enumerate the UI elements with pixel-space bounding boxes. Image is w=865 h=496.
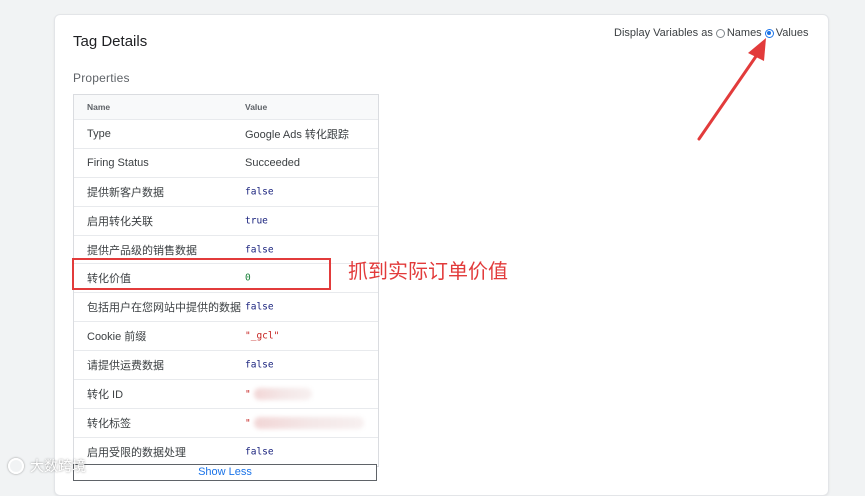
watermark-logo-icon [8, 458, 24, 474]
annotation-arrow-icon [697, 38, 766, 141]
watermark: 大数跨境 [8, 456, 86, 476]
watermark-text: 大数跨境 [30, 458, 86, 474]
